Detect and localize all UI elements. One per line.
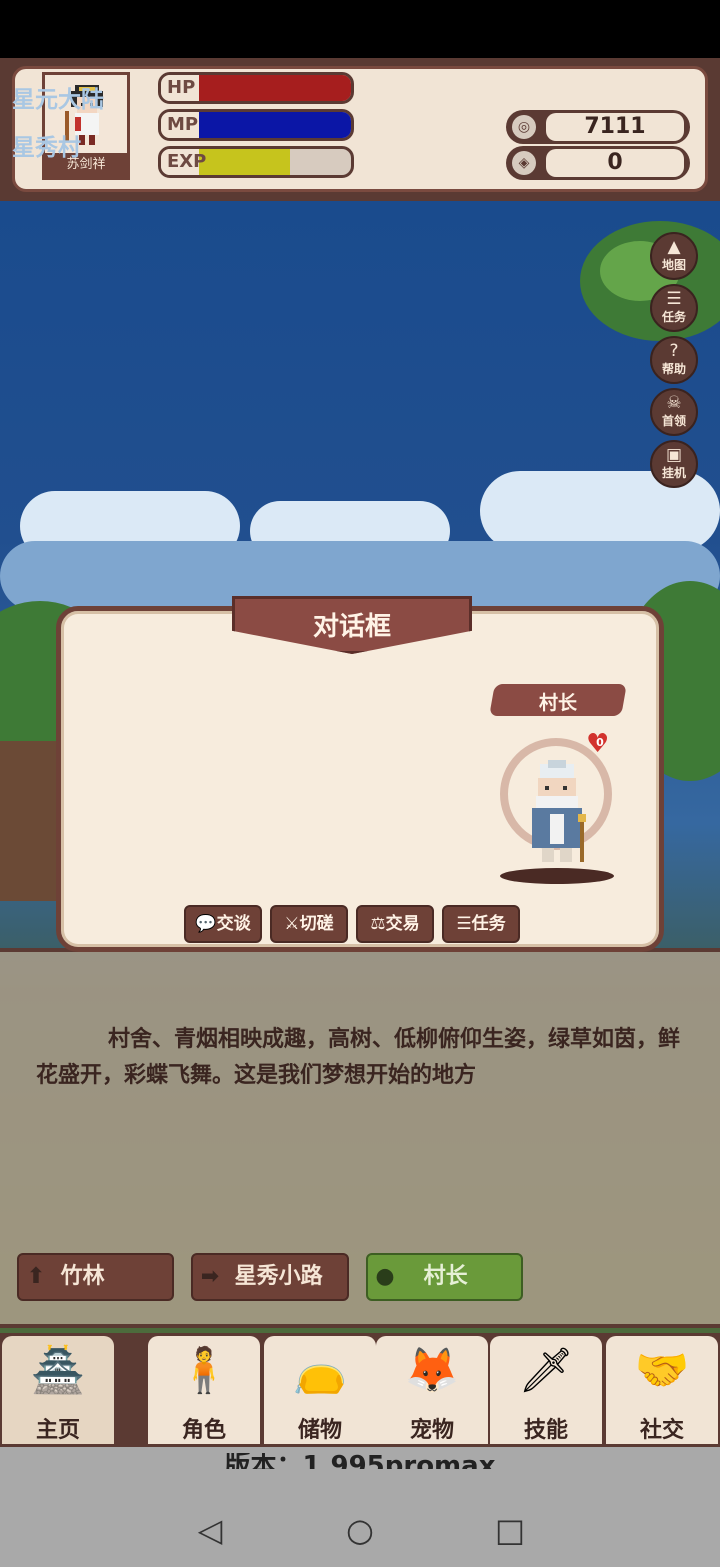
tab-skills[interactable]: 🗡 技能 <box>490 1336 602 1444</box>
tab-storage[interactable]: 👝 储物 <box>264 1336 376 1444</box>
bag-icon: 👝 <box>292 1345 348 1396</box>
exp-label: EXP <box>167 151 207 172</box>
quest-button[interactable]: ☰任务 <box>442 905 520 943</box>
tab-social[interactable]: 🤝 社交 <box>606 1336 718 1444</box>
house-icon: 🏯 <box>30 1345 86 1396</box>
task-button[interactable]: ☰ 任务 <box>650 284 698 332</box>
coin-value: 7111 <box>546 113 684 141</box>
npc-shadow <box>500 868 614 884</box>
help-icon: ? <box>669 341 679 361</box>
person-icon: ● <box>375 1264 395 1289</box>
sword-icon: ⚔ <box>284 914 300 934</box>
figure-icon: 🧍 <box>176 1345 232 1396</box>
trade-button[interactable]: ⚖交易 <box>356 905 434 943</box>
house <box>0 741 60 901</box>
version-label-clip: 版本：1.995promax <box>0 1453 720 1469</box>
back-icon[interactable]: ◁ <box>190 1510 230 1550</box>
tab-pet[interactable]: 🦊 宠物 <box>376 1336 488 1444</box>
gem-value: 0 <box>546 149 684 177</box>
dialog-title: 对话框 <box>312 612 391 642</box>
coin-icon: ◎ <box>512 115 536 139</box>
boss-icon: ☠ <box>666 393 682 413</box>
coin-counter: ◎ 7111 <box>506 110 690 144</box>
hp-bar: HP <box>158 72 354 104</box>
tab-character[interactable]: 🧍 角色 <box>148 1336 260 1444</box>
nav-button-chief[interactable]: ● 村长 <box>366 1253 523 1301</box>
chat-icon: 💬 <box>195 914 217 934</box>
talk-button[interactable]: 💬交谈 <box>184 905 262 943</box>
gem-icon: ◈ <box>512 151 536 175</box>
map-button[interactable]: ▲ 地图 <box>650 232 698 280</box>
nav-button-bamboo[interactable]: ⬆ 竹林 <box>17 1253 174 1301</box>
recent-apps-icon[interactable]: □ <box>490 1510 530 1550</box>
idle-button[interactable]: ▣ 挂机 <box>650 440 698 488</box>
scale-icon: ⚖ <box>370 914 386 934</box>
bottom-tab-bar: 🏯 主页 🧍 角色 👝 储物 🦊 宠物 🗡 技能 🤝 社交 <box>0 1333 720 1447</box>
affection-value: 0 <box>596 736 604 749</box>
hp-label: HP <box>167 77 196 98</box>
spar-button[interactable]: ⚔切磋 <box>270 905 348 943</box>
mp-fill <box>199 112 351 138</box>
npc-name: 村长 <box>538 692 577 714</box>
npc-sprite[interactable] <box>518 758 598 870</box>
nav-button-path[interactable]: ➡ 星秀小路 <box>191 1253 349 1301</box>
place-label: 星秀村 <box>12 135 81 161</box>
task-icon: ☰ <box>456 914 472 934</box>
tab-home[interactable]: 🏯 主页 <box>2 1336 114 1444</box>
exp-fill <box>199 149 290 175</box>
task-icon: ☰ <box>666 289 682 309</box>
description-text: 村舍、青烟相映成趣，高树、低柳俯仰生姿，绿草如茵，鲜花盛开，彩蝶飞舞。这是我们梦… <box>36 1027 681 1088</box>
hp-fill <box>199 75 351 101</box>
mp-label: MP <box>167 114 199 135</box>
mp-bar: MP <box>158 109 354 141</box>
status-bar <box>0 0 720 58</box>
mountain-icon: ▲ <box>667 237 681 257</box>
monitor-icon: ▣ <box>665 445 683 465</box>
arrow-up-icon: ⬆ <box>26 1264 46 1289</box>
blade-icon: 🗡 <box>518 1345 574 1396</box>
boss-button[interactable]: ☠ 首领 <box>650 388 698 436</box>
arrow-right-icon: ➡ <box>200 1264 220 1289</box>
exp-bar: EXP <box>158 146 354 178</box>
help-button[interactable]: ? 帮助 <box>650 336 698 384</box>
gem-counter: ◈ 0 <box>506 146 690 180</box>
handshake-icon: 🤝 <box>634 1345 690 1396</box>
fox-icon: 🦊 <box>404 1345 460 1396</box>
version-label: 版本：1.995promax <box>224 1453 496 1469</box>
region-label: 星元大陆 <box>12 87 104 113</box>
home-icon[interactable]: ○ <box>340 1510 380 1550</box>
